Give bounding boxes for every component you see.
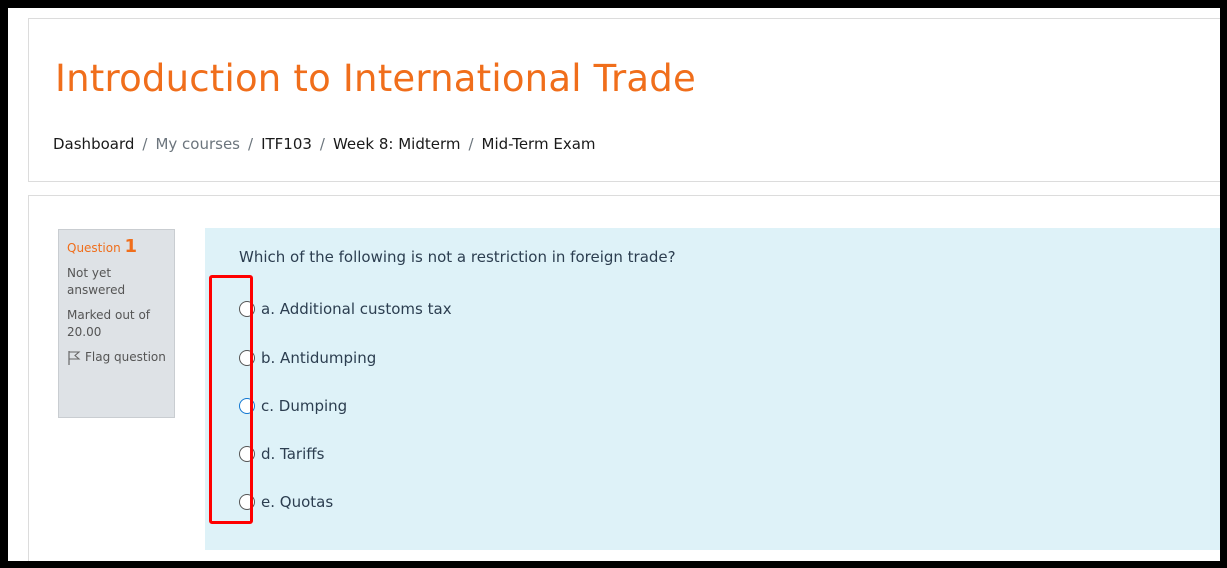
breadcrumb-separator: / [248,135,254,153]
question-formulation: Which of the following is not a restrict… [205,228,1220,550]
marked-out-of-label: Marked out of [67,308,151,322]
flag-icon [68,351,81,365]
breadcrumb-my-courses[interactable]: My courses [155,135,240,153]
answer-option-b[interactable]: b. Antidumping [239,346,376,370]
answer-label-c: c. Dumping [261,397,348,415]
breadcrumb-separator: / [142,135,148,153]
breadcrumb-separator: / [468,135,474,153]
breadcrumb-section[interactable]: Week 8: Midterm [333,135,461,153]
answer-option-c[interactable]: c. Dumping [239,394,347,418]
annotation-highlight-box [209,275,253,524]
question-state: Not yet answered [67,266,126,297]
answer-label-b: b. Antidumping [261,349,377,367]
question-number-value: 1 [124,236,138,257]
answer-option-a[interactable]: a. Additional customs tax [239,297,452,321]
page-frame: Introduction to International Trade Dash… [8,8,1220,561]
question-label: Question [67,241,121,255]
page-title: Introduction to International Trade [55,57,696,100]
question-text: Which of the following is not a restrict… [239,248,676,266]
answer-label-d: d. Tariffs [261,445,325,463]
breadcrumb-course[interactable]: ITF103 [261,135,312,153]
flag-question-label: Flag question [85,350,166,364]
answer-label-a: a. Additional customs tax [261,300,452,318]
question-grade: Marked out of 20.00 [67,307,166,341]
page-header: Introduction to International Trade Dash… [28,18,1220,182]
answer-label-e: e. Quotas [261,493,334,511]
flag-question-button[interactable]: Flag question [67,349,166,366]
breadcrumb-quiz[interactable]: Mid-Term Exam [482,135,596,153]
breadcrumb: Dashboard / My courses / ITF103 / Week 8: Midt… [53,135,596,153]
breadcrumb-separator: / [319,135,325,153]
answer-option-e[interactable]: e. Quotas [239,490,333,514]
marks-value: 20.00 [67,325,102,339]
quiz-region: Question 1 Not yet answered Marked out o… [28,195,1220,561]
breadcrumb-dashboard[interactable]: Dashboard [53,135,134,153]
question-info: Question 1 Not yet answered Marked out o… [58,229,175,418]
question-number: Question 1 [67,238,166,257]
